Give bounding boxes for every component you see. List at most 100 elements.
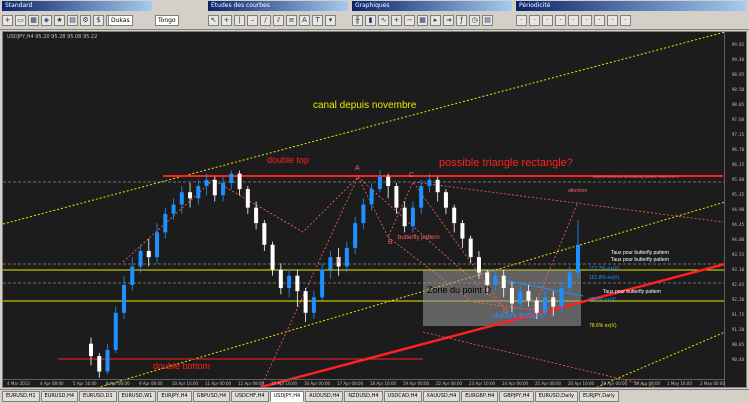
candle-body[interactable] — [518, 291, 523, 304]
candle-body[interactable] — [344, 247, 349, 267]
bar-chart-icon[interactable]: ╫ — [352, 14, 363, 26]
candle-body[interactable] — [435, 179, 440, 193]
market-watch-button[interactable]: ◈ — [41, 14, 52, 26]
text-icon[interactable]: A — [299, 14, 310, 26]
tab-eurusd-h1[interactable]: EURUSD,H1 — [2, 391, 40, 402]
annotation-target-bf2[interactable]: Taux pour butterfly pattern — [611, 257, 669, 263]
period-h1-button[interactable]: · — [568, 14, 579, 26]
candle-body[interactable] — [155, 232, 160, 258]
candle-body[interactable] — [485, 272, 490, 285]
period-h4-button[interactable]: · — [581, 14, 592, 26]
candle-body[interactable] — [105, 349, 110, 372]
tab-eurusd-d1[interactable]: EURUSD,D1 — [79, 391, 117, 402]
candle-body[interactable] — [410, 207, 415, 227]
tab-eurjpy-h4[interactable]: EURJPY,H4 — [157, 391, 192, 402]
candle-body[interactable] — [138, 250, 143, 267]
candle-body[interactable] — [113, 312, 118, 350]
annotation-top-note[interactable]: objectif minimum du butterfly pattern en… — [593, 174, 679, 179]
tile-icon[interactable]: ▦ — [417, 14, 428, 26]
candle-body[interactable] — [551, 297, 556, 307]
candle-body[interactable] — [386, 176, 391, 187]
tab-usdcad-h4[interactable]: USDCAD,H4 — [383, 391, 422, 402]
period-d1-button[interactable]: · — [594, 14, 605, 26]
candle-body[interactable] — [509, 288, 514, 304]
tongo-dropdown[interactable]: Tongo — [155, 14, 179, 26]
annotation-target-bf1[interactable]: Taux pour butterfly pattern — [611, 250, 669, 256]
candle-body[interactable] — [303, 291, 308, 313]
candle-body[interactable] — [419, 186, 424, 208]
tester-button[interactable]: ⚙ — [80, 14, 91, 26]
candle-body[interactable] — [452, 207, 457, 224]
chart-shift-icon[interactable]: ⇥ — [443, 14, 454, 26]
templates-icon[interactable]: ▤ — [482, 14, 493, 26]
horizontal-line-icon[interactable]: – — [247, 14, 258, 26]
tab-eurgbp-h4[interactable]: EURGBP,H4 — [461, 391, 499, 402]
tab-eurusd-h4[interactable]: EURUSD,H4 — [40, 391, 79, 402]
annotation-letter-a[interactable]: A — [355, 165, 360, 172]
arrow-icon[interactable]: ▾ — [325, 14, 336, 26]
annotation-attention[interactable]: attention — [568, 188, 587, 194]
candle-body[interactable] — [559, 288, 564, 307]
annotation-double-bottom-blue[interactable]: double bottom — [493, 311, 544, 320]
candle-body[interactable] — [476, 257, 481, 273]
annotation-letter-b[interactable]: B — [388, 239, 393, 246]
candle-body[interactable] — [567, 272, 572, 289]
candle-body[interactable] — [576, 244, 580, 273]
candle-body[interactable] — [122, 284, 127, 313]
tab-audusd-h4[interactable]: AUDUSD,H4 — [305, 391, 344, 402]
new-order-button[interactable]: $ — [93, 14, 104, 26]
indicators-icon[interactable]: ƒ — [456, 14, 467, 26]
zoom-in-icon[interactable]: + — [391, 14, 402, 26]
channel-icon[interactable]: ⫽ — [273, 14, 284, 26]
candle-body[interactable] — [501, 275, 506, 289]
period-w1-button[interactable]: · — [607, 14, 618, 26]
annotation-triangle[interactable]: possible triangle rectangle? — [439, 157, 573, 169]
candle-body[interactable] — [130, 266, 135, 285]
period-icon[interactable]: ◷ — [469, 14, 480, 26]
annotation-double-top[interactable]: double top — [267, 155, 309, 165]
tab-usdchf-h4[interactable]: USDCHF,H4 — [231, 391, 269, 402]
tab-eurusd-w1[interactable]: EURUSD,W1 — [117, 391, 157, 402]
candle-body[interactable] — [188, 192, 193, 199]
candle-body[interactable] — [171, 204, 176, 214]
fibonacci-icon[interactable]: ≡ — [286, 14, 297, 26]
autoscroll-icon[interactable]: ▸ — [430, 14, 441, 26]
chart-canvas[interactable] — [3, 32, 747, 388]
candle-body[interactable] — [97, 356, 102, 372]
time-axis[interactable]: 4 Mar 2013 4 Apr 08:00 5 Apr 16:00 8 Apr 00… — [3, 379, 725, 387]
period-m15-button[interactable]: · — [542, 14, 553, 26]
tab-gold-h4[interactable]: XAUUSD,H4 — [422, 391, 461, 402]
price-axis[interactable]: 99.85 99.40 98.95 98.50 98.05 97.60 97.15 96.70… — [724, 32, 746, 387]
profiles-button[interactable]: ▦ — [28, 14, 39, 26]
crosshair-icon[interactable]: + — [221, 14, 232, 26]
candle-body[interactable] — [377, 176, 382, 190]
candle-body[interactable] — [328, 257, 333, 270]
candle-body[interactable] — [353, 223, 358, 248]
period-m5-button[interactable]: · — [529, 14, 540, 26]
chart-window[interactable]: USDJPY,H4 95.20 95.28 95.08 95.22 canal … — [2, 31, 747, 388]
annotation-double-bottom-red[interactable]: double bottom — [153, 361, 210, 371]
tab-eurusd-daily[interactable]: EURUSD,Daily — [534, 391, 578, 402]
candle-body[interactable] — [320, 269, 325, 298]
candle-body[interactable] — [229, 173, 234, 183]
period-m30-button[interactable]: · — [555, 14, 566, 26]
candle-body[interactable] — [394, 186, 399, 208]
annotation-letter-c[interactable]: C — [409, 172, 414, 179]
annotation-butterfly[interactable]: butterfly pattern — [398, 235, 440, 241]
candle-body[interactable] — [287, 275, 292, 289]
annotation-fib-1272[interactable]: 127.2% ex(X) — [589, 266, 619, 272]
candle-body[interactable] — [311, 297, 316, 313]
candle-body[interactable] — [89, 343, 93, 357]
candle-body[interactable] — [221, 182, 226, 196]
candle-body[interactable] — [295, 275, 300, 292]
candle-body[interactable] — [493, 275, 498, 285]
trendline-icon[interactable]: / — [260, 14, 271, 26]
candle-body[interactable] — [361, 204, 366, 224]
candle-body[interactable] — [262, 223, 267, 245]
tab-eurjpy-daily[interactable]: EURJPY,Daily — [578, 391, 619, 402]
candle-body[interactable] — [212, 179, 217, 196]
new-chart-button[interactable]: + — [2, 14, 13, 26]
annotation-fib-1618[interactable]: 161.8% ex(X) — [589, 275, 619, 281]
annotation-canal[interactable]: canal depuis novembre — [313, 100, 416, 111]
candle-body[interactable] — [460, 223, 465, 239]
